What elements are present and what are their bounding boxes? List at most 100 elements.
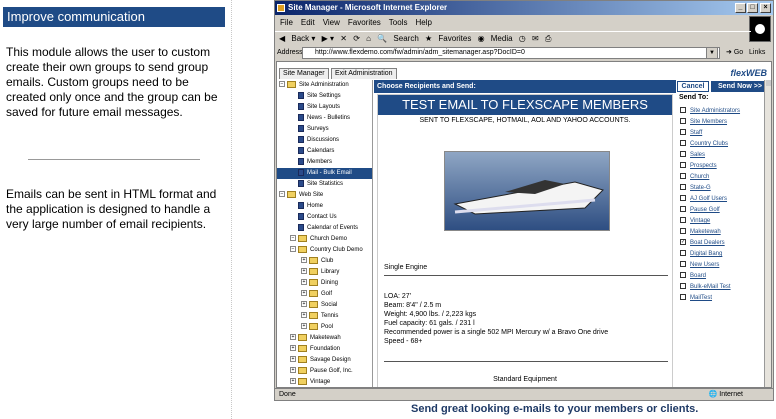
cancel-button[interactable]: Cancel [677,81,709,92]
recipient-checkbox[interactable] [680,217,686,224]
tree-item[interactable]: + Foundation [277,344,372,355]
recipient-item[interactable]: Site Administrators [680,106,771,117]
expand-icon[interactable]: + [290,367,296,374]
recipient-checkbox[interactable] [680,140,686,147]
recipient-item[interactable]: Maketewah [680,227,771,238]
recipient-checkbox[interactable] [680,294,686,301]
tree-item[interactable]: + Savage Design [277,355,372,366]
recipient-checkbox[interactable] [680,283,686,290]
tree-item[interactable]: +Contact Us [277,212,372,223]
expand-icon[interactable]: + [290,334,296,341]
expand-icon[interactable]: + [301,268,307,275]
expand-icon[interactable]: − [290,235,296,242]
tree-item[interactable]: +News - Bulletins [277,113,372,124]
recipient-item[interactable]: Country Clubs [680,139,771,150]
maximize-button[interactable]: □ [747,3,758,13]
expand-icon[interactable]: + [301,257,307,264]
recipient-checkbox[interactable] [680,107,686,114]
recipient-checkbox[interactable] [680,250,686,257]
recipient-checkbox[interactable] [680,129,686,136]
menu-help[interactable]: Help [415,18,431,27]
expand-icon[interactable]: + [301,323,307,330]
tree-item[interactable]: + Social [277,300,372,311]
recipient-item[interactable]: Bulk-eMail Test [680,282,771,293]
print-icon[interactable]: ⎙ [545,34,551,43]
stop-icon[interactable]: ✕ [340,34,347,43]
recipient-checkbox[interactable] [680,162,686,169]
tree-item[interactable]: +Site Layouts [277,102,372,113]
menu-file[interactable]: File [280,18,293,27]
recipient-item[interactable]: ✓ Boat Dealers [680,238,771,249]
tree-item[interactable]: + Maketewah [277,333,372,344]
tree-item[interactable]: + Library [277,267,372,278]
tree-item[interactable]: + Vintage [277,377,372,387]
minimize-button[interactable]: _ [735,3,746,13]
tree-item[interactable]: +Surveys [277,124,372,135]
links-button[interactable]: Links [749,46,765,60]
tree-item[interactable]: + Golf [277,289,372,300]
tree-item[interactable]: − Web Site [277,190,372,201]
tree-item[interactable]: − Country Club Demo [277,245,372,256]
recipient-checkbox[interactable] [680,195,686,202]
recipient-item[interactable]: Vintage [680,216,771,227]
recipient-item[interactable]: Church [680,172,771,183]
search-button[interactable]: 🔍 Search [377,34,419,43]
tree-item[interactable]: +Home [277,201,372,212]
recipient-item[interactable]: State-G [680,183,771,194]
back-button[interactable]: ◀ Back ▾ [279,34,315,43]
home-icon[interactable]: ⌂ [366,34,371,43]
tab-site-manager[interactable]: Site Manager [279,68,329,79]
recipient-checkbox[interactable] [680,173,686,180]
media-button[interactable]: ◉ Media [478,34,513,43]
menu-tools[interactable]: Tools [389,18,408,27]
recipient-checkbox[interactable] [680,261,686,268]
expand-icon[interactable]: + [290,356,296,363]
recipient-item[interactable]: New Users [680,260,771,271]
address-dropdown-icon[interactable]: ▼ [706,47,718,59]
address-input[interactable]: http://www.flexdemo.com/fw/admin/adm_sit… [302,47,720,59]
menu-view[interactable]: View [323,18,340,27]
history-icon[interactable]: ◷ [519,34,526,43]
expand-icon[interactable]: + [301,312,307,319]
recipient-checkbox[interactable] [680,228,686,235]
recipient-item[interactable]: MailTest [680,293,771,304]
expand-icon[interactable]: − [279,191,285,198]
recipient-item[interactable]: AJ Golf Users [680,194,771,205]
tree-item[interactable]: + Club [277,256,372,267]
expand-icon[interactable]: − [290,246,296,253]
recipient-item[interactable]: Prospects [680,161,771,172]
menu-edit[interactable]: Edit [301,18,315,27]
tree-item[interactable]: +Discussions [277,135,372,146]
recipient-item[interactable]: Sales [680,150,771,161]
recipient-item[interactable]: Pause Golf [680,205,771,216]
recipient-checkbox[interactable] [680,272,686,279]
menu-favorites[interactable]: Favorites [348,18,381,27]
recipient-checkbox[interactable] [680,151,686,158]
expand-icon[interactable]: + [290,378,296,385]
recipient-checkbox[interactable] [680,184,686,191]
tree-item[interactable]: +Site Statistics [277,179,372,190]
expand-icon[interactable]: + [301,290,307,297]
tree-item[interactable]: + Dining [277,278,372,289]
recipient-checkbox[interactable] [680,118,686,125]
refresh-icon[interactable]: ⟳ [353,34,360,43]
tree-item[interactable]: + Pause Golf, Inc. [277,366,372,377]
tree-item[interactable]: + Pool [277,322,372,333]
expand-icon[interactable]: + [301,279,307,286]
tree-item[interactable]: +Members [277,157,372,168]
forward-icon[interactable]: ▶ ▾ [322,34,334,43]
vertical-scrollbar[interactable] [764,80,771,387]
tree-item[interactable]: + Tennis [277,311,372,322]
expand-icon[interactable]: + [290,345,296,352]
send-now-button[interactable]: Send Now >> [711,81,769,92]
favorites-button[interactable]: ★ Favorites [425,34,471,43]
recipient-checkbox[interactable] [680,206,686,213]
tree-item[interactable]: +Mail - Bulk Email [277,168,372,179]
expand-icon[interactable]: − [279,81,285,88]
go-button[interactable]: ➜ Go [726,46,743,60]
recipient-item[interactable]: Digital Bang [680,249,771,260]
recipient-item[interactable]: Board [680,271,771,282]
recipient-item[interactable]: Site Members [680,117,771,128]
tree-item[interactable]: +Site Settings [277,91,372,102]
tab-exit-administration[interactable]: Exit Administration [331,68,397,79]
